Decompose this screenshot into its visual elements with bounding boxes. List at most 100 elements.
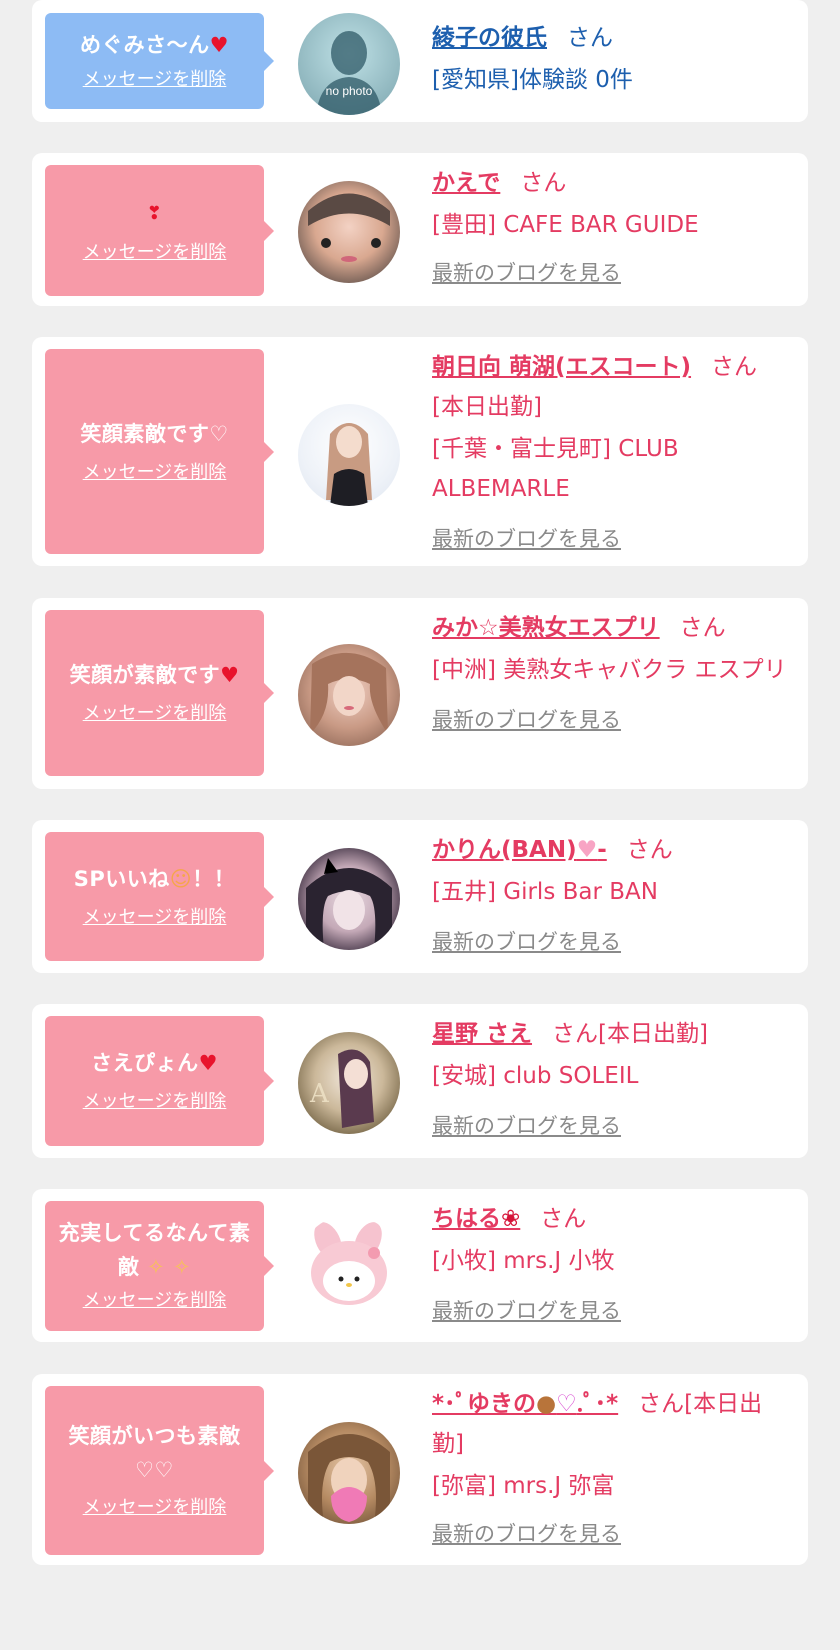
message-text: 充実してるなんて素敵 ✧ ✧ <box>58 1221 251 1279</box>
heart-sticker-icon <box>331 1487 367 1522</box>
portrait-image: A <box>309 1049 374 1128</box>
portrait-image <box>308 1434 390 1524</box>
list-item: めぐみさ〜ん♥ メッセージを削除 no photo 綾子の彼氏 さん [愛知県]体… <box>32 0 808 122</box>
shop-label: [千葉・富士見町] CLUB ALBEMARLE <box>432 436 679 502</box>
message-bubble: 笑顔素敵です♡ メッセージを削除 <box>45 349 274 554</box>
profile-info: *･ﾟゆきの●♡.ﾟ･* さん[本日出勤] [弥富] mrs.J 弥富 最新のブロ… <box>432 1384 790 1552</box>
plush-toy-image <box>311 1222 387 1305</box>
attendance-status: [本日出勤] <box>432 394 542 420</box>
profile-name-link[interactable]: ちはる❀ <box>432 1206 520 1232</box>
avatar[interactable] <box>298 1422 400 1524</box>
delete-message-link[interactable]: メッセージを削除 <box>83 1493 227 1523</box>
latest-blog-link[interactable]: 最新のブログを見る <box>432 521 790 557</box>
profile-info: かえで さん [豊田] CAFE BAR GUIDE 最新のブログを見る <box>432 163 790 291</box>
list-item: 笑顔が素敵です♥ メッセージを削除 みか☆美熟女エスプリ さん [中洲] 美熟女キ… <box>32 598 808 789</box>
portrait-image <box>310 652 388 734</box>
honorific: さん <box>540 1206 587 1232</box>
delete-message-link[interactable]: メッセージを削除 <box>83 699 227 729</box>
profile-name-link[interactable]: 星野 さえ <box>432 1021 532 1047</box>
profile-name-link[interactable]: みか☆美熟女エスプリ <box>432 615 660 641</box>
list-item: SPいいね☺！！ メッセージを削除 かりん(BAN)♥- さん [五井] Girl… <box>32 820 808 973</box>
latest-blog-link[interactable]: 最新のブログを見る <box>432 1516 790 1552</box>
profile-name-link[interactable]: 朝日向 萌湖(エスコート) <box>432 354 691 380</box>
delete-message-link[interactable]: メッセージを削除 <box>83 65 227 95</box>
shop-label: [安城] club SOLEIL <box>432 1063 639 1089</box>
heart-icon: ♥ <box>209 33 229 57</box>
honorific: さん <box>552 1021 599 1047</box>
message-bubble: 笑顔がいつも素敵♡♡ メッセージを削除 <box>45 1386 274 1555</box>
sparkles-icon: ✧ ✧ <box>139 1255 192 1279</box>
double-heart-icon: ❣ <box>146 202 163 224</box>
avatar[interactable] <box>298 1215 400 1317</box>
latest-blog-link[interactable]: 最新のブログを見る <box>432 1293 790 1329</box>
shop-label: [小牧] mrs.J 小牧 <box>432 1248 615 1274</box>
latest-blog-link[interactable]: 最新のブログを見る <box>432 924 790 960</box>
message-bubble: ❣ メッセージを削除 <box>45 165 274 296</box>
message-bubble: 笑顔が素敵です♥ メッセージを削除 <box>45 610 274 776</box>
shop-label: [愛知県]体験談 0件 <box>432 67 633 93</box>
avatar[interactable] <box>298 644 400 746</box>
avatar[interactable] <box>298 404 400 506</box>
delete-message-link[interactable]: メッセージを削除 <box>83 458 227 488</box>
latest-blog-link[interactable]: 最新のブログを見る <box>432 702 790 738</box>
shop-label: [五井] Girls Bar BAN <box>432 879 658 905</box>
avatar[interactable] <box>298 848 400 950</box>
list-item: 笑顔がいつも素敵♡♡ メッセージを削除 *･ﾟゆきの●♡.ﾟ･* さん[本日出勤]… <box>32 1374 808 1565</box>
attendance-status: [本日出勤] <box>598 1021 708 1047</box>
message-text: さえぴょん♥ <box>91 1051 218 1075</box>
avatar[interactable] <box>298 181 400 283</box>
silhouette-icon: no photo <box>316 31 382 115</box>
honorific: さん <box>711 354 758 380</box>
message-text: 笑顔がいつも素敵♡♡ <box>68 1423 241 1482</box>
delete-message-link[interactable]: メッセージを削除 <box>83 238 227 268</box>
list-item: ❣ メッセージを削除 かえで さん [豊田] CAFE BAR GUIDE 最新の… <box>32 153 808 306</box>
pink-heart-icon: ♥ <box>576 837 598 863</box>
message-bubble: SPいいね☺！！ メッセージを削除 <box>45 832 274 961</box>
message-text: SPいいね☺！！ <box>73 866 236 891</box>
message-text: ❣ <box>147 194 163 232</box>
cat-face-icon: ☺ <box>169 866 193 891</box>
shop-label: [中洲] 美熟女キャバクラ エスプリ <box>432 657 787 683</box>
portrait-image <box>326 423 372 506</box>
heart-icon: ♥ <box>220 663 240 687</box>
message-text: めぐみさ〜ん♥ <box>80 33 229 57</box>
message-bubble: さえぴょん♥ メッセージを削除 <box>45 1016 274 1146</box>
latest-blog-link[interactable]: 最新のブログを見る <box>432 1108 790 1144</box>
delete-message-link[interactable]: メッセージを削除 <box>83 1087 227 1117</box>
profile-name-link[interactable]: *･ﾟゆきの●♡.ﾟ･* <box>432 1391 618 1417</box>
list-item: さえぴょん♥ メッセージを削除 A 星野 さえ さん[本日出勤] [安城] clu… <box>32 1004 808 1158</box>
delete-message-link[interactable]: メッセージを削除 <box>83 903 227 933</box>
avatar[interactable]: A <box>298 1032 400 1134</box>
list-item: 充実してるなんて素敵 ✧ ✧ メッセージを削除 ちはる❀ さん [小牧] mrs.… <box>32 1189 808 1342</box>
bear-icon: ● <box>536 1391 557 1417</box>
list-item: 笑顔素敵です♡ メッセージを削除 朝日向 萌湖(エスコート) さん [本日出勤] … <box>32 337 808 566</box>
rose-icon: ❀ <box>501 1206 521 1232</box>
heart-icon: ♥ <box>198 1051 218 1075</box>
delete-message-link[interactable]: メッセージを削除 <box>83 1286 227 1316</box>
avatar[interactable]: no photo <box>298 13 400 115</box>
svg-text:A: A <box>309 1079 330 1109</box>
profile-name-link[interactable]: かりん(BAN)♥- <box>432 837 607 863</box>
profile-info: みか☆美熟女エスプリ さん [中洲] 美熟女キャバクラ エスプリ 最新のブログを見… <box>432 608 790 738</box>
message-text: 笑顔が素敵です♥ <box>69 663 240 687</box>
honorific: さん <box>567 25 613 51</box>
honorific: さん <box>520 170 567 196</box>
profile-name-link[interactable]: 綾子の彼氏 <box>432 25 547 51</box>
profile-name-link[interactable]: かえで <box>432 170 500 196</box>
svg-text:no photo: no photo <box>326 84 373 98</box>
profile-info: 綾子の彼氏 さん [愛知県]体験談 0件 <box>432 18 790 100</box>
message-bubble: 充実してるなんて素敵 ✧ ✧ メッセージを削除 <box>45 1201 274 1331</box>
latest-blog-link[interactable]: 最新のブログを見る <box>432 255 790 291</box>
shop-label: [豊田] CAFE BAR GUIDE <box>432 212 699 238</box>
portrait-image <box>306 858 392 950</box>
honorific: さん <box>638 1391 685 1417</box>
profile-info: ちはる❀ さん [小牧] mrs.J 小牧 最新のブログを見る <box>432 1199 790 1329</box>
profile-info: 朝日向 萌湖(エスコート) さん [本日出勤] [千葉・富士見町] CLUB AL… <box>432 347 790 557</box>
pink-heart-icon: ♡ <box>556 1391 577 1417</box>
message-bubble: めぐみさ〜ん♥ メッセージを削除 <box>45 13 274 109</box>
profile-info: かりん(BAN)♥- さん [五井] Girls Bar BAN 最新のブログを見… <box>432 830 790 960</box>
message-text: 笑顔素敵です♡ <box>80 421 229 446</box>
profile-info: 星野 さえ さん[本日出勤] [安城] club SOLEIL 最新のブログを見る <box>432 1014 790 1144</box>
honorific: さん <box>679 615 726 641</box>
portrait-image <box>308 193 390 262</box>
